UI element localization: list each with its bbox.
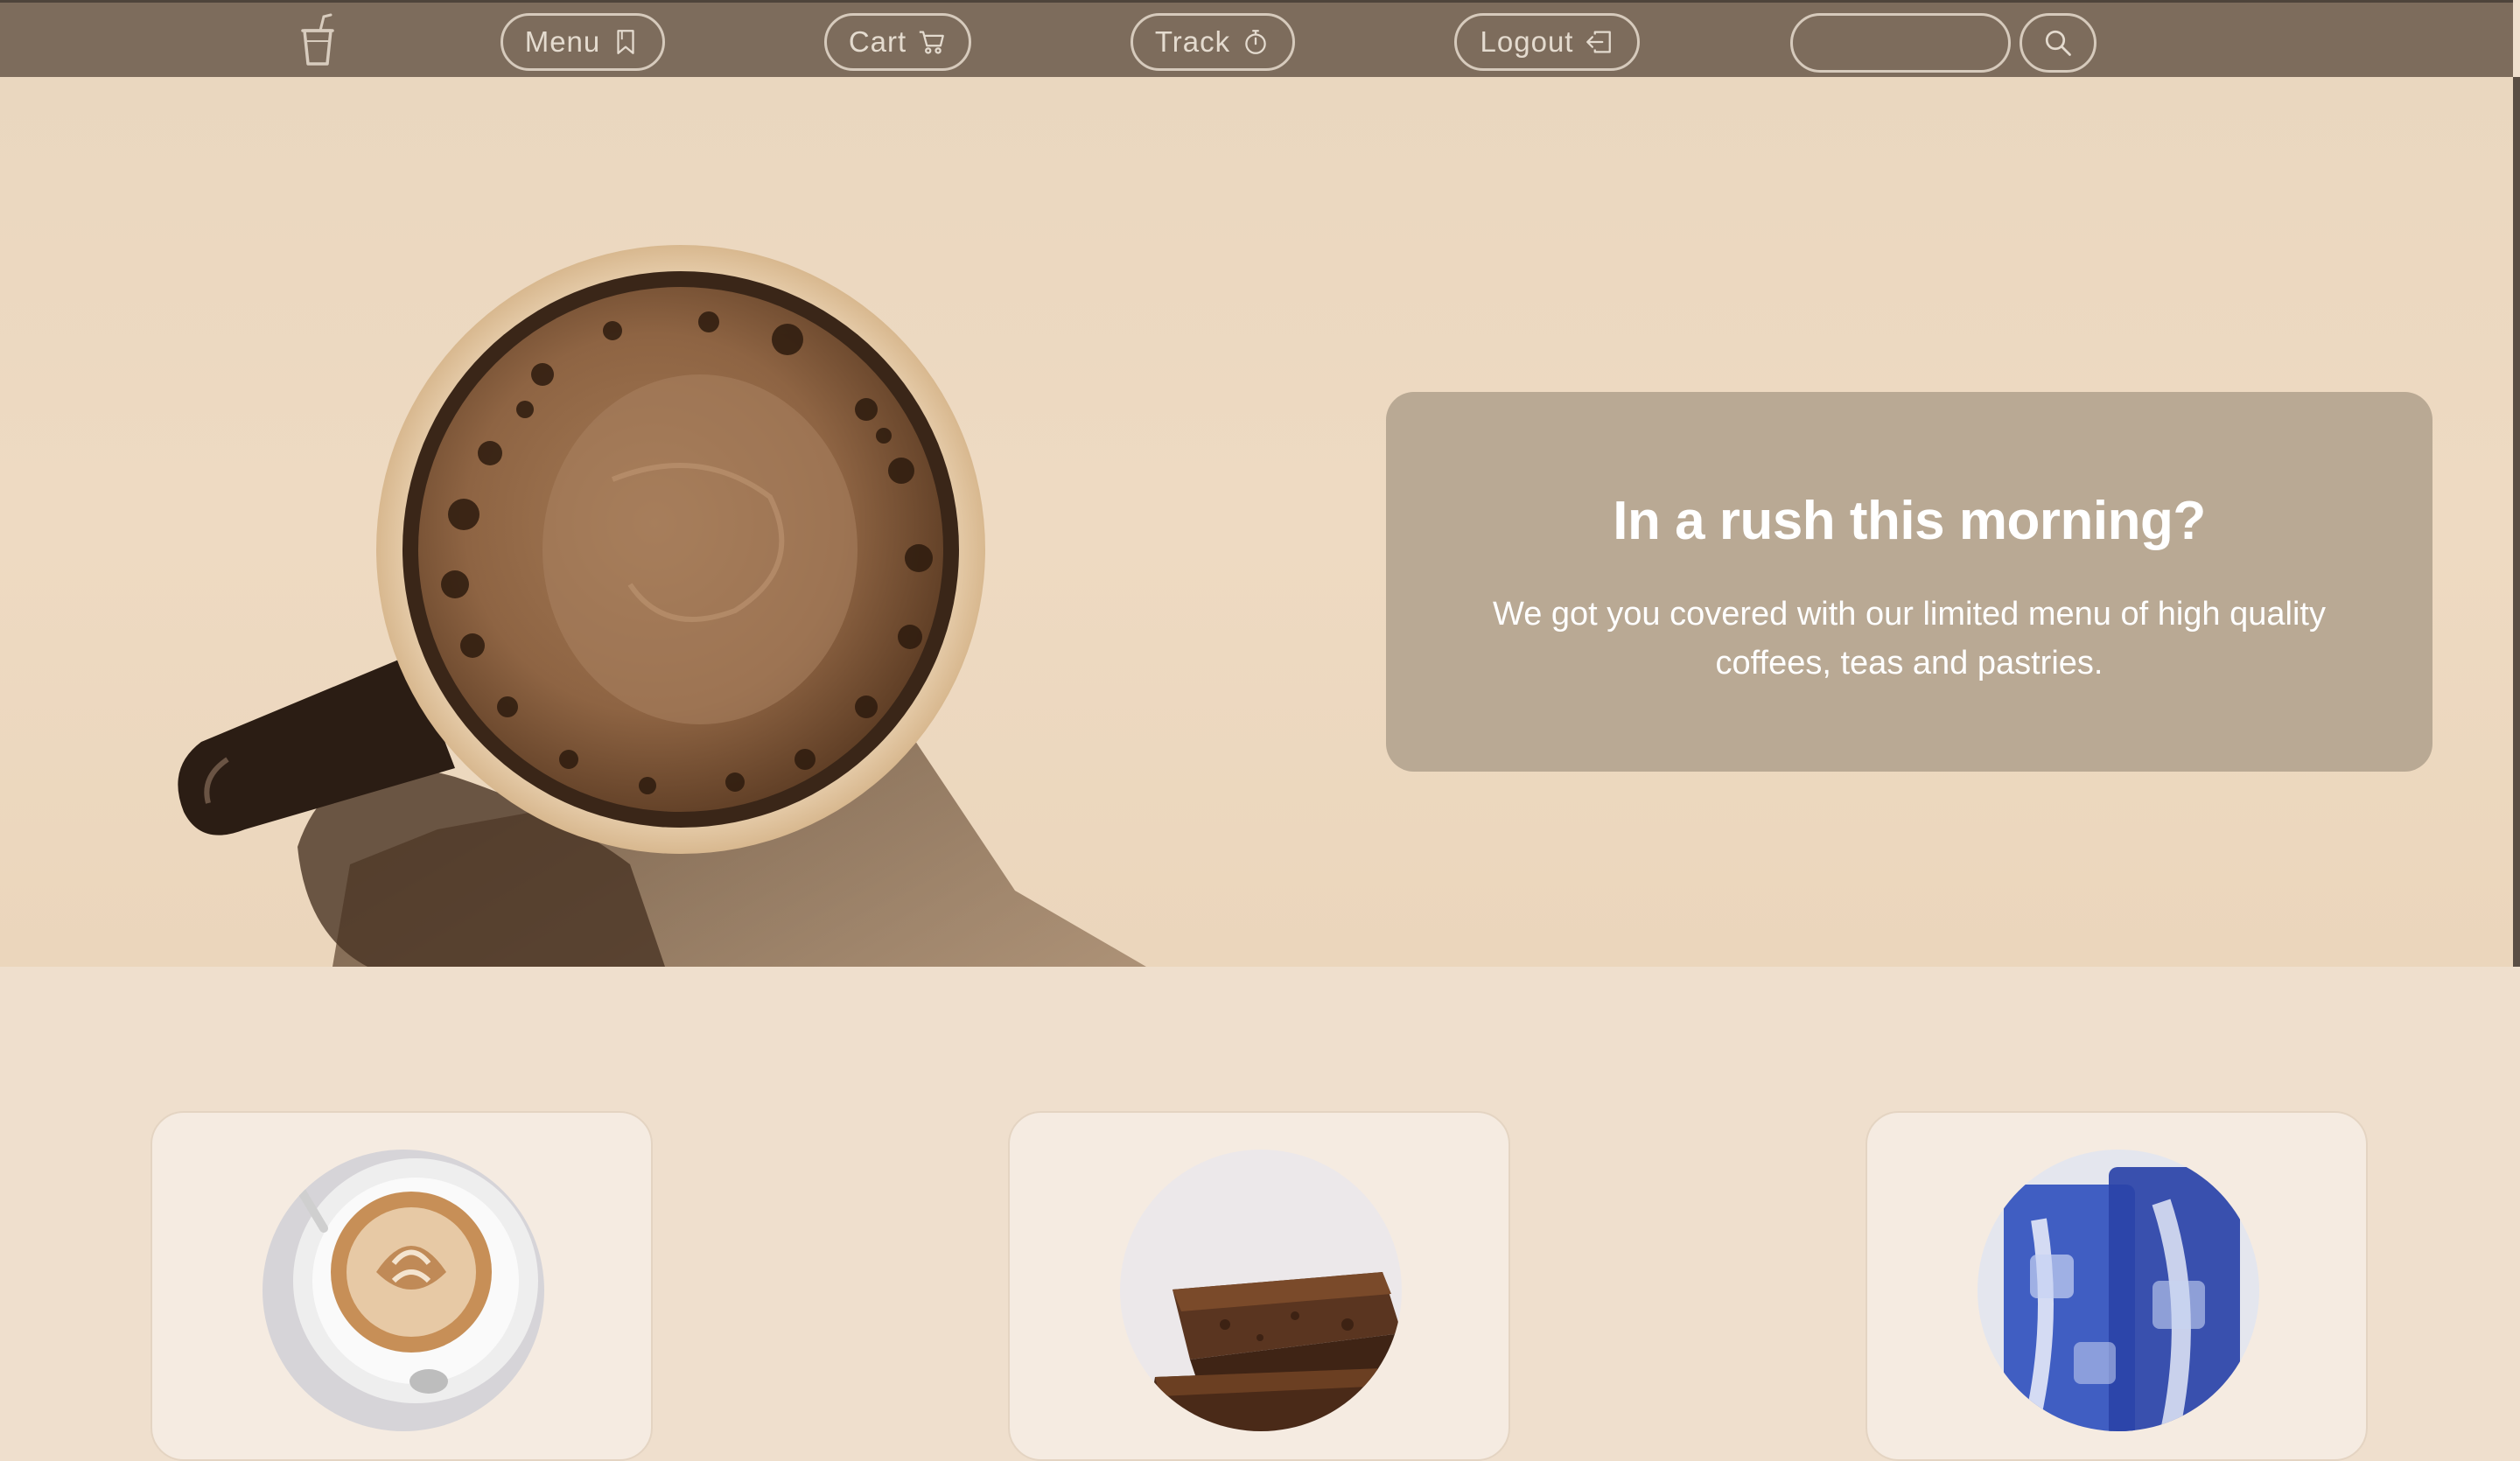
- hero-text: We got you covered with our limited menu…: [1493, 596, 2326, 682]
- logout-button-label: Logout: [1480, 25, 1574, 58]
- stopwatch-icon: [1245, 30, 1266, 54]
- search-icon: [2045, 30, 2071, 56]
- hero-card: In a rush this morning? We got you cover…: [1386, 392, 2432, 772]
- track-button[interactable]: Track: [1130, 13, 1295, 71]
- cart-button[interactable]: Cart: [824, 13, 971, 71]
- product-card[interactable]: [1008, 1111, 1510, 1461]
- products-section: [0, 967, 2520, 1461]
- latte-art-cup: [262, 1150, 544, 1431]
- track-button-label: Track: [1154, 25, 1231, 58]
- cart-button-label: Cart: [848, 25, 907, 58]
- bookmark-icon: [617, 30, 634, 54]
- product-card[interactable]: [150, 1111, 653, 1461]
- logout-button[interactable]: Logout: [1454, 13, 1640, 71]
- cart-icon: [920, 31, 945, 54]
- product-card[interactable]: [1866, 1111, 2368, 1461]
- scrollbar[interactable]: [2513, 77, 2520, 967]
- search-input[interactable]: [1790, 13, 2011, 73]
- coffee-mug-top-view: [178, 245, 1146, 967]
- menu-button[interactable]: Menu: [500, 13, 665, 71]
- search-button[interactable]: [2020, 13, 2096, 73]
- brownie-stack: [1120, 1150, 1402, 1431]
- navbar: Menu Cart Track Logout: [0, 0, 2513, 77]
- hero-section: In a rush this morning? We got you cover…: [0, 77, 2513, 967]
- cup-with-straw-icon[interactable]: [296, 11, 340, 67]
- butterfly-pea-iced-drink: [1978, 1150, 2259, 1431]
- menu-button-label: Menu: [524, 25, 601, 58]
- hero-title: In a rush this morning?: [1613, 491, 2206, 551]
- box-arrow-left-icon: [1586, 31, 1612, 53]
